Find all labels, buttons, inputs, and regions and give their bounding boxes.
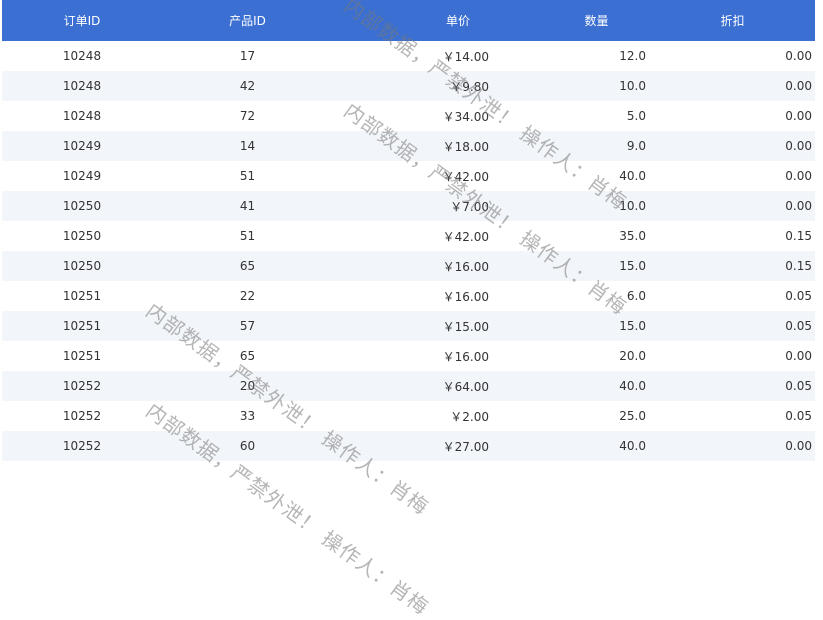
- cell-unit-price: ￥34.00: [442, 109, 489, 124]
- cell-discount: 0.05: [785, 289, 812, 303]
- column-header-quantity[interactable]: 数量: [493, 12, 650, 29]
- cell-product-id: 17: [239, 49, 256, 63]
- table-row[interactable]: 10250 65 ￥16.00 15.0 0.15: [2, 251, 815, 281]
- cell-discount: 0.15: [785, 229, 812, 243]
- cell-unit-price: ￥18.00: [442, 139, 489, 154]
- table-row[interactable]: 10248 72 ￥34.00 5.0 0.00: [2, 101, 815, 131]
- cell-product-id: 51: [239, 229, 256, 243]
- cell-product-id: 20: [239, 379, 256, 393]
- table-row[interactable]: 10252 60 ￥27.00 40.0 0.00: [2, 431, 815, 461]
- cell-quantity: 10.0: [619, 79, 646, 93]
- cell-quantity: 15.0: [619, 319, 646, 333]
- cell-quantity: 20.0: [619, 349, 646, 363]
- cell-order-id: 10250: [62, 199, 102, 213]
- cell-product-id: 72: [239, 109, 256, 123]
- table-row[interactable]: 10251 57 ￥15.00 15.0 0.05: [2, 311, 815, 341]
- table-row[interactable]: 10250 51 ￥42.00 35.0 0.15: [2, 221, 815, 251]
- cell-quantity: 40.0: [619, 439, 646, 453]
- cell-discount: 0.15: [785, 259, 812, 273]
- cell-unit-price: ￥7.00: [450, 199, 489, 214]
- cell-product-id: 22: [239, 289, 256, 303]
- cell-discount: 0.00: [785, 79, 812, 93]
- cell-quantity: 9.0: [626, 139, 646, 153]
- table-row[interactable]: 10252 33 ￥2.00 25.0 0.05: [2, 401, 815, 431]
- cell-unit-price: ￥42.00: [442, 229, 489, 244]
- table-row[interactable]: 10250 41 ￥7.00 10.0 0.00: [2, 191, 815, 221]
- cell-unit-price: ￥64.00: [442, 379, 489, 394]
- table-row[interactable]: 10248 42 ￥9.80 10.0 0.00: [2, 71, 815, 101]
- cell-quantity: 35.0: [619, 229, 646, 243]
- table-row[interactable]: 10248 17 ￥14.00 12.0 0.00: [2, 41, 815, 71]
- cell-discount: 0.00: [785, 439, 812, 453]
- cell-discount: 0.00: [785, 199, 812, 213]
- cell-quantity: 40.0: [619, 379, 646, 393]
- cell-product-id: 14: [239, 139, 256, 153]
- table-row[interactable]: 10252 20 ￥64.00 40.0 0.05: [2, 371, 815, 401]
- data-table: 订单ID 产品ID 单价 数量 折扣 10248 17 ￥14.00 12.0 …: [2, 0, 815, 461]
- cell-unit-price: ￥2.00: [450, 409, 489, 424]
- cell-discount: 0.00: [785, 349, 812, 363]
- cell-unit-price: ￥42.00: [442, 169, 489, 184]
- cell-order-id: 10251: [62, 349, 102, 363]
- cell-unit-price: ￥16.00: [442, 289, 489, 304]
- cell-unit-price: ￥16.00: [442, 349, 489, 364]
- cell-order-id: 10251: [62, 319, 102, 333]
- cell-quantity: 40.0: [619, 169, 646, 183]
- cell-order-id: 10251: [62, 289, 102, 303]
- table-row[interactable]: 10251 65 ￥16.00 20.0 0.00: [2, 341, 815, 371]
- cell-discount: 0.00: [785, 49, 812, 63]
- table-row[interactable]: 10251 22 ￥16.00 6.0 0.05: [2, 281, 815, 311]
- cell-product-id: 65: [239, 259, 256, 273]
- cell-discount: 0.05: [785, 319, 812, 333]
- column-header-order-id[interactable]: 订单ID: [2, 12, 162, 29]
- cell-discount: 0.00: [785, 109, 812, 123]
- cell-product-id: 41: [239, 199, 256, 213]
- cell-product-id: 57: [239, 319, 256, 333]
- cell-discount: 0.00: [785, 139, 812, 153]
- table-header-row: 订单ID 产品ID 单价 数量 折扣: [2, 0, 815, 41]
- cell-order-id: 10248: [62, 79, 102, 93]
- cell-quantity: 10.0: [619, 199, 646, 213]
- table-row[interactable]: 10249 14 ￥18.00 9.0 0.00: [2, 131, 815, 161]
- cell-order-id: 10248: [62, 109, 102, 123]
- cell-unit-price: ￥16.00: [442, 259, 489, 274]
- cell-order-id: 10248: [62, 49, 102, 63]
- cell-product-id: 42: [239, 79, 256, 93]
- cell-order-id: 10252: [62, 379, 102, 393]
- cell-discount: 0.05: [785, 379, 812, 393]
- cell-discount: 0.00: [785, 169, 812, 183]
- cell-quantity: 5.0: [626, 109, 646, 123]
- table-row[interactable]: 10249 51 ￥42.00 40.0 0.00: [2, 161, 815, 191]
- cell-unit-price: ￥9.80: [450, 79, 489, 94]
- cell-product-id: 65: [239, 349, 256, 363]
- cell-product-id: 51: [239, 169, 256, 183]
- cell-quantity: 6.0: [626, 289, 646, 303]
- cell-discount: 0.05: [785, 409, 812, 423]
- cell-quantity: 25.0: [619, 409, 646, 423]
- cell-quantity: 12.0: [619, 49, 646, 63]
- cell-quantity: 15.0: [619, 259, 646, 273]
- cell-order-id: 10252: [62, 439, 102, 453]
- cell-product-id: 33: [239, 409, 256, 423]
- cell-order-id: 10250: [62, 259, 102, 273]
- column-header-discount[interactable]: 折扣: [650, 12, 815, 29]
- cell-order-id: 10250: [62, 229, 102, 243]
- cell-unit-price: ￥14.00: [442, 49, 489, 64]
- column-header-product-id[interactable]: 产品ID: [162, 12, 333, 29]
- cell-unit-price: ￥15.00: [442, 319, 489, 334]
- cell-order-id: 10252: [62, 409, 102, 423]
- cell-unit-price: ￥27.00: [442, 439, 489, 454]
- column-header-unit-price[interactable]: 单价: [333, 12, 493, 29]
- cell-order-id: 10249: [62, 139, 102, 153]
- cell-order-id: 10249: [62, 169, 102, 183]
- cell-product-id: 60: [239, 439, 256, 453]
